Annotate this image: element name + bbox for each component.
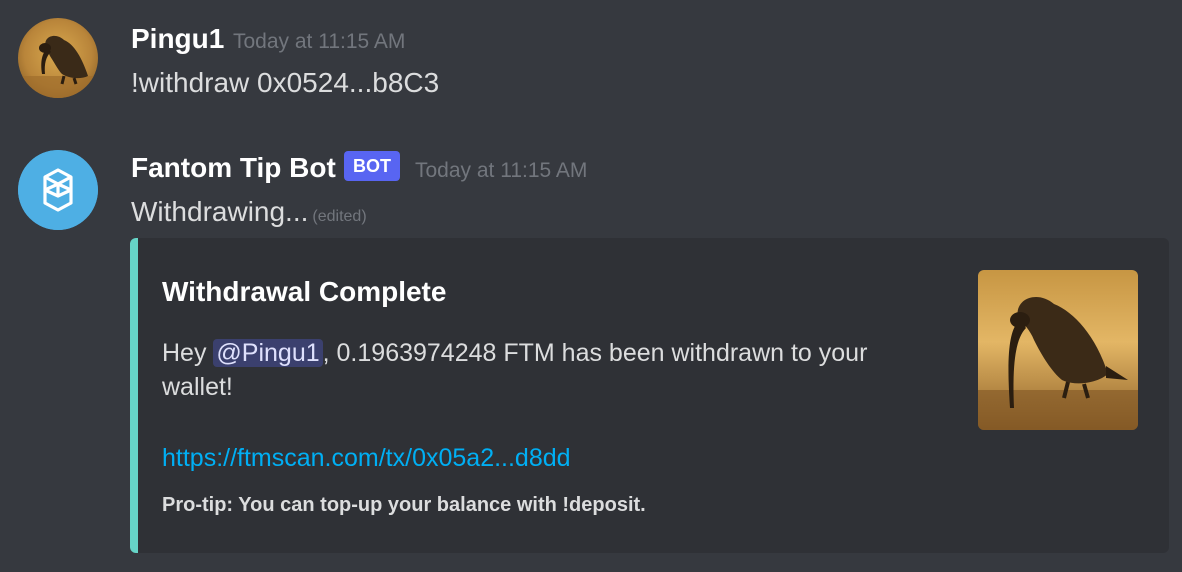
transaction-link[interactable]: https://ftmscan.com/tx/0x05a2...d8dd xyxy=(162,444,571,473)
embed: Withdrawal Complete Hey @Pingu1, 0.19639… xyxy=(130,238,1169,553)
fantom-logo-icon[interactable] xyxy=(18,150,98,230)
timestamp: Today at 11:15 AM xyxy=(415,159,588,182)
username[interactable]: Pingu1 xyxy=(131,25,224,53)
message-content: !withdraw 0x0524...b8C3 xyxy=(131,67,440,98)
embed-title: Withdrawal Complete xyxy=(162,276,447,307)
description-prefix: Hey xyxy=(162,339,214,367)
message-content: Withdrawing... (edited) xyxy=(131,198,367,226)
embed-accent-bar xyxy=(130,238,138,553)
embed-footer: Pro-tip: You can top-up your balance wit… xyxy=(162,494,646,516)
penguin-image-icon[interactable] xyxy=(978,270,1138,430)
username[interactable]: Fantom Tip Bot xyxy=(131,154,336,182)
user-mention[interactable]: @Pingu1 xyxy=(213,339,323,367)
timestamp: Today at 11:15 AM xyxy=(233,30,406,53)
bot-tag: BOT xyxy=(344,151,400,181)
message-pingu1: Pingu1 Today at 11:15 AM !withdraw 0x052… xyxy=(0,0,1182,120)
embed-description: Hey @Pingu1, 0.1963974248 FTM has been w… xyxy=(162,336,932,404)
penguin-avatar-icon[interactable] xyxy=(18,18,98,98)
message-text: Withdrawing... xyxy=(131,196,309,227)
edited-label: (edited) xyxy=(312,208,367,225)
